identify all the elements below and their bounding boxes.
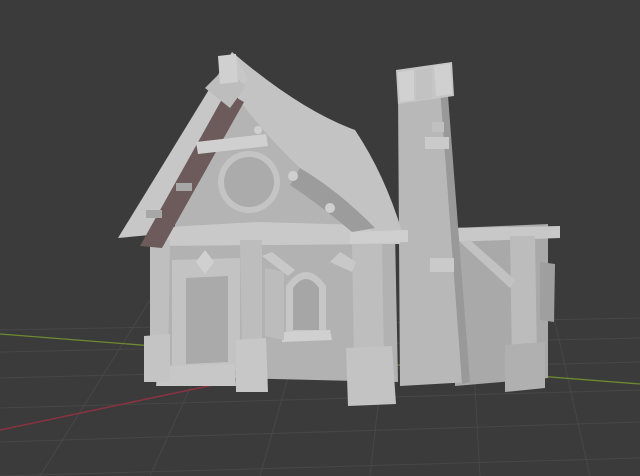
roof-peg-4 bbox=[288, 171, 298, 181]
arched-window[interactable] bbox=[293, 279, 319, 330]
ridge-board bbox=[218, 54, 238, 84]
roof-peg-2 bbox=[146, 210, 162, 218]
3d-viewport[interactable] bbox=[0, 0, 640, 476]
chimney-cap-plank-1 bbox=[398, 70, 414, 102]
annex-post-base bbox=[505, 342, 545, 392]
chimney-brick-2 bbox=[430, 258, 454, 272]
cottage-model[interactable] bbox=[118, 52, 560, 406]
window-sill bbox=[282, 330, 332, 342]
right-pillar-base bbox=[346, 346, 396, 406]
right-pillar bbox=[352, 244, 384, 360]
chimney-brick-3 bbox=[432, 122, 444, 132]
left-pillar-base bbox=[144, 334, 170, 382]
viewport-canvas[interactable] bbox=[0, 0, 640, 476]
window-shutter bbox=[265, 268, 284, 340]
roof-peg-5 bbox=[254, 126, 262, 134]
eave-trim-right bbox=[350, 230, 408, 244]
roof-peg-1 bbox=[176, 183, 192, 191]
center-pillar bbox=[240, 240, 262, 350]
roof-peg-3 bbox=[325, 203, 335, 213]
round-window bbox=[224, 157, 274, 207]
center-pillar-base bbox=[236, 338, 268, 392]
chimney-cap-plank-3 bbox=[434, 64, 452, 96]
chimney-brick-1 bbox=[425, 137, 449, 149]
annex-shutter bbox=[540, 262, 555, 322]
door[interactable] bbox=[186, 276, 228, 364]
chimney-cap-plank-2 bbox=[416, 68, 432, 100]
